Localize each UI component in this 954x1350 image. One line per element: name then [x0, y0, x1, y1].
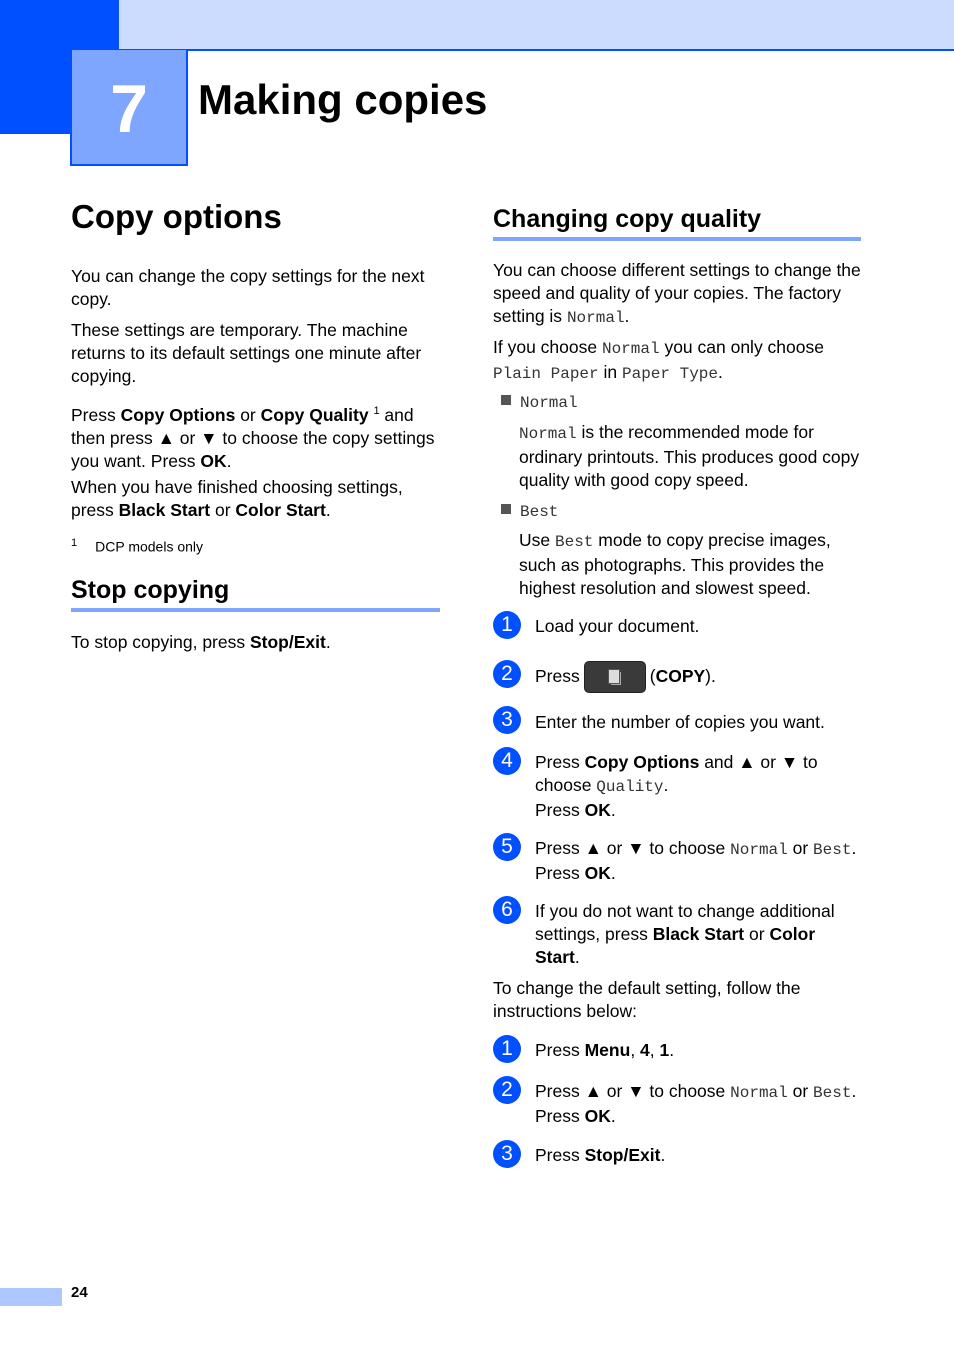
stop-copying-heading: Stop copying: [71, 578, 440, 612]
footnote: 1 DCP models only: [71, 537, 204, 555]
quality-normal-note: If you choose Normal you can only choose…: [493, 337, 824, 383]
stop-copying-text: To stop copying, press Stop/Exit.: [71, 632, 331, 652]
step-number-badge: 1: [493, 611, 521, 639]
step-3: 3 Enter the number of copies you want.: [493, 706, 873, 736]
step-number-badge: 4: [493, 747, 521, 775]
step-number-badge: 2: [493, 1076, 521, 1104]
step-text: Press (COPY).: [535, 660, 865, 694]
chapter-number-box: 7: [70, 50, 188, 166]
copy-options-intro: You can change the copy settings for the…: [71, 266, 425, 309]
step-5: 5 Press ▲ or ▼ to choose Normal or Best.…: [493, 833, 873, 883]
step-text: If you do not want to change additional …: [535, 901, 835, 967]
default-step-2: 2 Press ▲ or ▼ to choose Normal or Best.…: [493, 1076, 873, 1126]
step-number-badge: 3: [493, 706, 521, 734]
copy-button[interactable]: [583, 661, 646, 694]
changing-copy-quality-heading: Changing copy quality: [493, 207, 861, 241]
step-text: Press Copy Options and ▲ or ▼ to choose …: [535, 752, 818, 820]
step-number-badge: 5: [493, 833, 521, 861]
step-text: Press Stop/Exit.: [535, 1145, 666, 1165]
step-6: 6 If you do not want to change additiona…: [493, 896, 873, 971]
copy-options-start: When you have finished choosing settings…: [71, 477, 403, 520]
step-number-badge: 1: [493, 1035, 521, 1063]
default-step-1: 1 Press Menu, 4, 1.: [493, 1035, 873, 1065]
quality-intro: You can choose different settings to cha…: [493, 260, 861, 327]
bullet-square-icon: [501, 395, 511, 405]
copy-options-heading: Copy options: [71, 198, 282, 235]
step-text: Load your document.: [535, 616, 700, 636]
step-number-badge: 3: [493, 1140, 521, 1168]
step-text: Press ▲ or ▼ to choose Normal or Best. Pr…: [535, 1081, 857, 1126]
step-1: 1 Load your document.: [493, 611, 873, 641]
step-text: Press Menu, 4, 1.: [535, 1040, 675, 1060]
step-2: 2 Press (COPY).: [493, 660, 873, 694]
chapter-number: 7: [110, 71, 148, 147]
page-number: 24: [71, 1284, 88, 1301]
footer-accent-bar: [0, 1288, 62, 1306]
header-band: [119, 0, 954, 51]
default-setting-intro: To change the default setting, follow th…: [493, 978, 801, 1021]
default-step-3: 3 Press Stop/Exit.: [493, 1140, 873, 1170]
bullet-normal: Normal: [501, 390, 578, 415]
bullet-best: Best: [501, 499, 558, 524]
bullet-best-desc: Use Best mode to copy precise images, su…: [519, 530, 831, 598]
copy-options-instructions: Press Copy Options or Copy Quality 1 and…: [71, 404, 435, 471]
bullet-square-icon: [501, 504, 511, 514]
chapter-title: Making copies: [198, 76, 488, 123]
bullet-normal-desc: Normal is the recommended mode for ordin…: [519, 422, 860, 490]
step-4: 4 Press Copy Options and ▲ or ▼ to choos…: [493, 747, 873, 822]
step-number-badge: 6: [493, 896, 521, 924]
step-text: Enter the number of copies you want.: [535, 712, 825, 732]
copy-options-temporary: These settings are temporary. The machin…: [71, 320, 422, 386]
step-text: Press ▲ or ▼ to choose Normal or Best. Pr…: [535, 838, 857, 883]
step-number-badge: 2: [493, 660, 521, 688]
